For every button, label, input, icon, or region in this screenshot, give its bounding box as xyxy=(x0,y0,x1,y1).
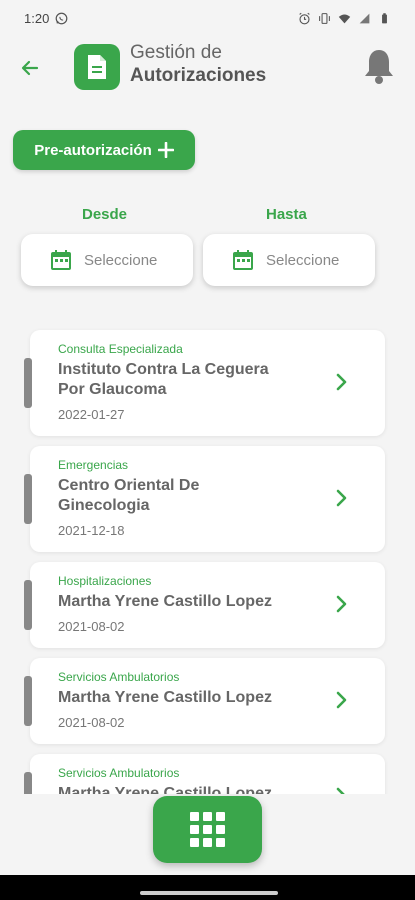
from-date-field[interactable]: Seleccione xyxy=(21,234,193,286)
item-name: Instituto Contra La Ceguera Por Glaucoma xyxy=(58,360,308,400)
item-category: Servicios Ambulatorios xyxy=(58,766,180,780)
item-name-line2: Ginecologia xyxy=(58,497,150,514)
chevron-right-icon xyxy=(332,594,352,614)
from-date-placeholder: Seleccione xyxy=(84,251,158,269)
status-indicator xyxy=(24,580,32,630)
status-indicator xyxy=(24,474,32,524)
home-gesture-handle[interactable] xyxy=(140,891,278,895)
status-indicator xyxy=(24,676,32,726)
item-name-line1: Martha Yrene Castillo Lopez xyxy=(58,593,272,610)
calendar-icon xyxy=(51,250,71,270)
item-category: Emergencias xyxy=(58,458,129,472)
wifi-icon xyxy=(338,13,351,23)
status-indicator xyxy=(24,772,32,794)
bell-icon xyxy=(365,50,393,84)
page-title-line1: Gestión de xyxy=(130,42,222,63)
vibrate-icon xyxy=(319,12,330,24)
calendar-icon xyxy=(233,250,253,270)
item-name-line1: Martha Yrene Castillo Lopez xyxy=(58,785,272,794)
item-date: 2021-12-18 xyxy=(58,523,125,538)
header: Gestión de Autorizaciones xyxy=(0,40,415,96)
to-date-placeholder: Seleccione xyxy=(266,251,340,269)
chevron-right-icon xyxy=(332,488,352,508)
from-label: Desde xyxy=(82,206,128,223)
item-category: Hospitalizaciones xyxy=(58,574,152,588)
to-label: Hasta xyxy=(266,206,307,223)
document-icon xyxy=(88,55,106,79)
page-title: Gestión de Autorizaciones xyxy=(130,42,266,88)
app-logo xyxy=(74,44,120,90)
pre-authorization-button[interactable]: Pre-autorización xyxy=(13,130,195,170)
signal-icon xyxy=(359,13,370,23)
item-date: 2021-08-02 xyxy=(58,619,125,634)
list-item[interactable]: Servicios Ambulatorios Martha Yrene Cast… xyxy=(24,754,385,794)
chevron-right-icon xyxy=(332,786,352,794)
item-name: Martha Yrene Castillo Lopez xyxy=(58,784,328,794)
grid-menu-icon xyxy=(190,812,225,847)
list-item[interactable]: Consulta Especializada Instituto Contra … xyxy=(24,330,385,436)
back-button[interactable] xyxy=(16,54,44,82)
item-name-line1: Instituto Contra La Ceguera xyxy=(58,361,269,378)
status-time: 1:20 xyxy=(24,10,50,26)
item-date: 2021-08-02 xyxy=(58,715,125,730)
authorization-list[interactable]: Consulta Especializada Instituto Contra … xyxy=(0,320,415,794)
item-category: Servicios Ambulatorios xyxy=(58,670,180,684)
menu-fab-button[interactable] xyxy=(153,796,262,863)
chevron-right-icon xyxy=(332,372,352,392)
item-name-line1: Martha Yrene Castillo Lopez xyxy=(58,689,272,706)
list-item[interactable]: Emergencias Centro Oriental De Ginecolog… xyxy=(24,446,385,552)
item-name-line1: Centro Oriental De xyxy=(58,477,200,494)
plus-icon xyxy=(157,142,174,158)
pre-authorization-label: Pre-autorización xyxy=(34,141,152,159)
item-name: Centro Oriental De Ginecologia xyxy=(58,476,308,516)
item-date: 2022-01-27 xyxy=(58,407,125,422)
chevron-right-icon xyxy=(332,690,352,710)
list-item[interactable]: Hospitalizaciones Martha Yrene Castillo … xyxy=(24,562,385,648)
status-indicator xyxy=(24,358,32,408)
notifications-button[interactable] xyxy=(360,46,398,86)
to-date-field[interactable]: Seleccione xyxy=(203,234,375,286)
alarm-icon xyxy=(299,12,310,24)
item-name: Martha Yrene Castillo Lopez xyxy=(58,592,328,612)
item-category: Consulta Especializada xyxy=(58,342,183,356)
item-name-line2: Por Glaucoma xyxy=(58,381,167,398)
battery-icon xyxy=(382,12,387,23)
status-bar: 1:20 xyxy=(0,0,415,36)
item-name: Martha Yrene Castillo Lopez xyxy=(58,688,328,708)
page-title-line2: Autorizaciones xyxy=(130,65,267,86)
whatsapp-icon xyxy=(55,12,68,24)
system-navigation-bar xyxy=(0,875,415,900)
list-item[interactable]: Servicios Ambulatorios Martha Yrene Cast… xyxy=(24,658,385,744)
arrow-left-icon xyxy=(21,60,39,76)
